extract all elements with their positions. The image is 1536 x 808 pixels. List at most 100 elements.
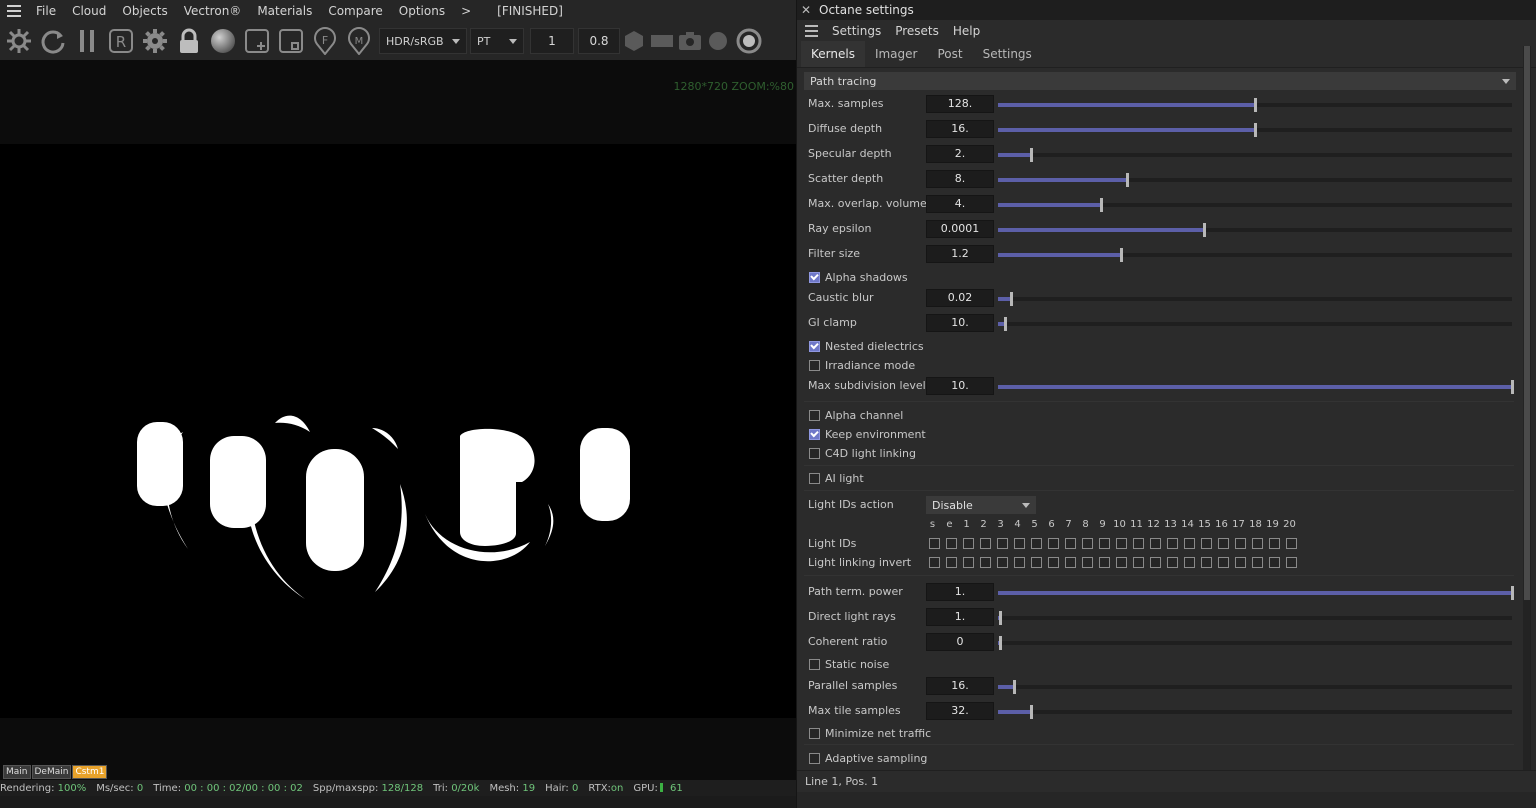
light-id-checkbox[interactable] — [1252, 557, 1263, 568]
light-id-checkbox[interactable] — [1201, 557, 1212, 568]
checkbox-icon[interactable] — [809, 359, 820, 371]
light-id-checkbox[interactable] — [1099, 538, 1110, 549]
light-id-checkbox[interactable] — [1048, 538, 1059, 549]
hexagon-icon[interactable] — [620, 24, 648, 58]
light-id-checkbox[interactable] — [1116, 538, 1127, 549]
max-tile-samples-field[interactable]: 32. — [926, 702, 994, 720]
checkbox-icon[interactable] — [809, 447, 820, 459]
light-id-checkbox[interactable] — [1031, 557, 1042, 568]
light-id-checkbox[interactable] — [1014, 538, 1025, 549]
checkbox-icon[interactable] — [809, 752, 820, 764]
light-id-checkbox[interactable] — [1116, 557, 1127, 568]
scene-tab-main[interactable]: Main — [3, 765, 31, 779]
gi-clamp-field[interactable]: 10. — [926, 314, 994, 332]
light-id-checkbox[interactable] — [1133, 538, 1144, 549]
octane-logo-icon[interactable] — [2, 24, 36, 58]
light-id-checkbox[interactable] — [1031, 538, 1042, 549]
path-term-power-field[interactable]: 1. — [926, 583, 994, 601]
close-icon[interactable]: ✕ — [797, 3, 815, 17]
settings-gear-icon[interactable] — [138, 24, 172, 58]
tab-imager[interactable]: Imager — [865, 47, 928, 67]
irradiance-mode-checkbox[interactable]: Irradiance mode — [804, 356, 1104, 374]
light-id-checkbox[interactable] — [1269, 538, 1280, 549]
light-id-checkbox[interactable] — [963, 538, 974, 549]
light-id-checkbox[interactable] — [1286, 557, 1297, 568]
coherent-ratio-field[interactable]: 0 — [926, 633, 994, 651]
light-id-checkbox[interactable] — [1167, 538, 1178, 549]
light-id-checkbox[interactable] — [1082, 538, 1093, 549]
keep-environment-checkbox[interactable]: Keep environment — [804, 425, 1104, 443]
diffuse-depth-slider[interactable] — [998, 123, 1512, 137]
focus-picker-icon[interactable]: F — [308, 24, 342, 58]
light-id-checkbox[interactable] — [1014, 557, 1025, 568]
light-id-checkbox[interactable] — [997, 538, 1008, 549]
light-id-checkbox[interactable] — [1286, 538, 1297, 549]
adaptive-sampling-checkbox[interactable]: Adaptive sampling — [804, 749, 1104, 767]
menu-objects[interactable]: Objects — [114, 0, 175, 22]
light-id-checkbox[interactable] — [1133, 557, 1144, 568]
scatter-depth-slider[interactable] — [998, 173, 1512, 187]
panel-menu-help[interactable]: Help — [946, 24, 987, 38]
light-id-checkbox[interactable] — [946, 538, 957, 549]
lock-icon[interactable] — [172, 24, 206, 58]
scene-tab-cstm1[interactable]: Cstm1 — [72, 765, 108, 779]
ray-epsilon-slider[interactable] — [998, 223, 1512, 237]
direct-light-rays-slider[interactable] — [998, 611, 1512, 625]
alpha-shadows-checkbox[interactable]: Alpha shadows — [804, 268, 1104, 286]
rectangle-icon[interactable] — [648, 24, 676, 58]
color-space-select[interactable]: HDR/sRGB — [379, 28, 467, 54]
menu-file[interactable]: File — [28, 0, 64, 22]
hamburger-menu-icon[interactable] — [797, 20, 825, 42]
panel-menu-presets[interactable]: Presets — [888, 24, 946, 38]
light-id-checkbox[interactable] — [1184, 538, 1195, 549]
camera-icon[interactable] — [676, 24, 704, 58]
max-tile-samples-slider[interactable] — [998, 705, 1512, 719]
nested-dielectrics-checkbox[interactable]: Nested dielectrics — [804, 337, 1104, 355]
kernel-type-dropdown[interactable]: Path tracing — [804, 72, 1516, 90]
menu-cloud[interactable]: Cloud — [64, 0, 114, 22]
light-id-checkbox[interactable] — [1082, 557, 1093, 568]
light-id-checkbox[interactable] — [1252, 538, 1263, 549]
light-id-checkbox[interactable] — [1150, 557, 1161, 568]
c4d-light-linking-checkbox[interactable]: C4D light linking — [804, 444, 1104, 462]
checkbox-icon[interactable] — [809, 409, 820, 421]
circle-icon[interactable] — [704, 24, 732, 58]
filter-size-slider[interactable] — [998, 248, 1512, 262]
diffuse-depth-field[interactable]: 16. — [926, 120, 994, 138]
light-id-checkbox[interactable] — [1269, 557, 1280, 568]
light-id-checkbox[interactable] — [980, 538, 991, 549]
light-id-checkbox[interactable] — [980, 557, 991, 568]
region-render-icon[interactable]: R — [104, 24, 138, 58]
checkbox-icon[interactable] — [809, 658, 820, 670]
max-subdivision-slider[interactable] — [998, 380, 1514, 394]
light-id-checkbox[interactable] — [1065, 557, 1076, 568]
menu-more[interactable]: > — [453, 0, 479, 22]
menu-vectron[interactable]: Vectron® — [176, 0, 250, 22]
max-subdivision-field[interactable]: 10. — [926, 377, 994, 395]
material-ball-icon[interactable] — [206, 24, 240, 58]
target-icon[interactable] — [732, 24, 766, 58]
add-clay-icon[interactable] — [240, 24, 274, 58]
scrollbar-thumb[interactable] — [1524, 46, 1530, 600]
light-id-checkbox[interactable] — [1065, 538, 1076, 549]
ray-epsilon-field[interactable]: 0.0001 — [926, 220, 994, 238]
max-samples-field[interactable]: 128. — [926, 95, 994, 113]
coherent-ratio-slider[interactable] — [998, 636, 1512, 650]
panel-menu-settings[interactable]: Settings — [825, 24, 888, 38]
light-id-checkbox[interactable] — [997, 557, 1008, 568]
ai-light-checkbox[interactable]: AI light — [804, 469, 1104, 487]
light-id-checkbox[interactable] — [1218, 538, 1229, 549]
max-overlap-volumes-slider[interactable] — [998, 198, 1512, 212]
max-samples-slider[interactable] — [998, 98, 1512, 112]
scatter-depth-field[interactable]: 8. — [926, 170, 994, 188]
filter-size-field[interactable]: 1.2 — [926, 245, 994, 263]
caustic-blur-slider[interactable] — [998, 292, 1512, 306]
direct-light-rays-field[interactable]: 1. — [926, 608, 994, 626]
parallel-samples-slider[interactable] — [998, 680, 1512, 694]
hamburger-menu-icon[interactable] — [0, 0, 28, 22]
caustic-blur-field[interactable]: 0.02 — [926, 289, 994, 307]
light-id-checkbox[interactable] — [963, 557, 974, 568]
light-id-checkbox[interactable] — [1184, 557, 1195, 568]
menu-options[interactable]: Options — [391, 0, 453, 22]
number-field-1[interactable]: 1 — [530, 28, 574, 54]
